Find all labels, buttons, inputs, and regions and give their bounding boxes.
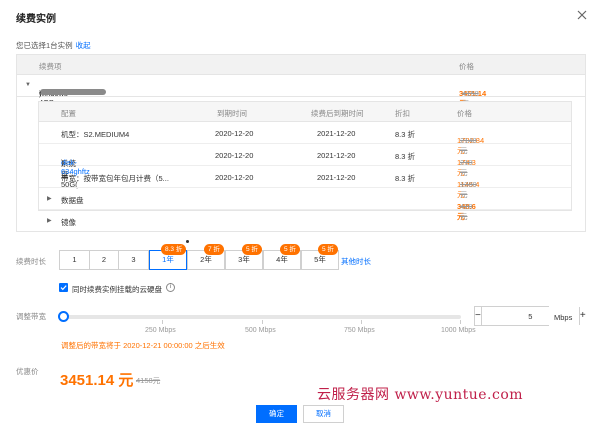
table-row: 带宽：按带宽包年包月计费（5... 2020-12-20 2021-12-20 …: [39, 166, 571, 199]
instance-row[interactable]: ▼ windows-4GB-) 3451.14 元4158元: [17, 75, 585, 108]
header-item: 续费项: [39, 62, 62, 71]
renew-disk-label: 同时续费实例挂载的云硬盘: [72, 285, 162, 294]
selected-summary: 您已选择1台实例 收起: [16, 40, 91, 51]
row-renew-expire: 2021-12-20: [317, 151, 356, 160]
header-config: 配置: [61, 109, 76, 118]
instance-name-suffix: ): [39, 89, 42, 98]
decrement-button[interactable]: −: [475, 307, 482, 325]
renew-disk-checkbox[interactable]: [59, 283, 68, 292]
row-config: 机型：S2.MEDIUM4: [61, 130, 130, 139]
collapse-link[interactable]: 收起: [76, 41, 91, 50]
instance-detail-table: 配置 到期时间 续费后到期时间 折扣 价格 机型：S2.MEDIUM4 2020…: [38, 101, 572, 227]
header-discount: 折扣: [395, 109, 410, 118]
row-discount: 8.3 折: [395, 152, 416, 161]
slider-thumb[interactable]: [58, 311, 69, 322]
slider-tick: [162, 320, 163, 324]
header-price: 价格: [457, 109, 472, 118]
row-discount: 8.3 折: [395, 130, 416, 139]
info-icon[interactable]: i: [166, 283, 175, 292]
header-price: 价格: [459, 62, 474, 71]
image-row[interactable]: ▶ 镜像: [39, 210, 571, 232]
check-icon: [60, 285, 67, 291]
tick-label: 250 Mbps: [145, 327, 176, 334]
selected-text: 您已选择1台实例: [16, 41, 73, 50]
slider-tick: [361, 320, 362, 324]
row-discount: 8.3 折: [395, 174, 416, 183]
bandwidth-stepper: − +: [474, 306, 586, 326]
image-label: 镜像: [61, 218, 76, 227]
duration-option-1[interactable]: 1: [59, 250, 90, 270]
cancel-button[interactable]: 取消: [303, 405, 344, 423]
other-duration-link[interactable]: 其他时长: [341, 256, 371, 267]
slider-tick: [262, 320, 263, 324]
tick-label: 750 Mbps: [344, 327, 375, 334]
header-expire: 到期时间: [217, 109, 247, 118]
bandwidth-effective-note: 调整后的带宽将于 2020-12-21 00:00:00 之后生效: [61, 341, 225, 350]
tick-label: 500 Mbps: [245, 327, 276, 334]
caret-down-icon[interactable]: ▼: [25, 82, 31, 88]
data-disk-row[interactable]: ▶ 数据盘 348.6 元 420元: [39, 188, 571, 221]
tick-label: 1000 Mbps: [441, 327, 476, 334]
cursor-dot: [186, 240, 189, 243]
header-renew-expire: 续费后到期时间: [311, 109, 364, 118]
discount-badge: 5 折: [242, 244, 262, 255]
discount-badge: 7 折: [204, 244, 224, 255]
masked-region: [40, 89, 106, 95]
duration-label: 续费时长: [16, 257, 46, 266]
watermark: 云服务器网 www.yuntue.com: [317, 387, 524, 403]
dialog-title: 续费实例: [16, 14, 56, 25]
discount-badge: 8.3 折: [161, 244, 187, 255]
total-label: 优惠价: [16, 367, 39, 376]
discount-badge: 5 折: [318, 244, 338, 255]
caret-right-icon[interactable]: ▶: [47, 195, 52, 202]
detail-table-header: 配置 到期时间 续费后到期时间 折扣 价格: [39, 102, 571, 122]
row-expire: 2020-12-20: [215, 151, 254, 160]
row-expire: 2020-12-20: [215, 173, 254, 182]
renewal-table-header: 续费项 价格: [17, 55, 585, 75]
confirm-button[interactable]: 确定: [256, 405, 297, 423]
duration-option-3[interactable]: 3: [118, 250, 149, 270]
row-renew-expire: 2021-12-20: [317, 173, 356, 182]
close-icon[interactable]: [576, 9, 588, 21]
increment-button[interactable]: +: [578, 307, 586, 325]
slider-tick: [460, 320, 461, 324]
caret-right-icon[interactable]: ▶: [47, 217, 52, 224]
data-disk-label: 数据盘: [61, 196, 84, 205]
table-row: 系统盘：50G(disk-634ghftz) 2020-12-20 2021-1…: [39, 144, 571, 189]
row-config: 带宽：按带宽包年包月计费（5...: [61, 174, 169, 183]
table-row: 机型：S2.MEDIUM4 2020-12-20 2021-12-20 8.3 …: [39, 122, 571, 155]
discount-badge: 5 折: [280, 244, 300, 255]
duration-option-2[interactable]: 2: [89, 250, 119, 270]
row-expire: 2020-12-20: [215, 129, 254, 138]
bandwidth-slider[interactable]: [63, 315, 461, 319]
bandwidth-label: 调整带宽: [16, 312, 46, 321]
bandwidth-unit: Mbps: [554, 313, 573, 322]
total-price: 3451.14 元: [60, 372, 134, 389]
row-renew-expire: 2021-12-20: [317, 129, 356, 138]
total-original-price: 4158元: [136, 376, 161, 385]
